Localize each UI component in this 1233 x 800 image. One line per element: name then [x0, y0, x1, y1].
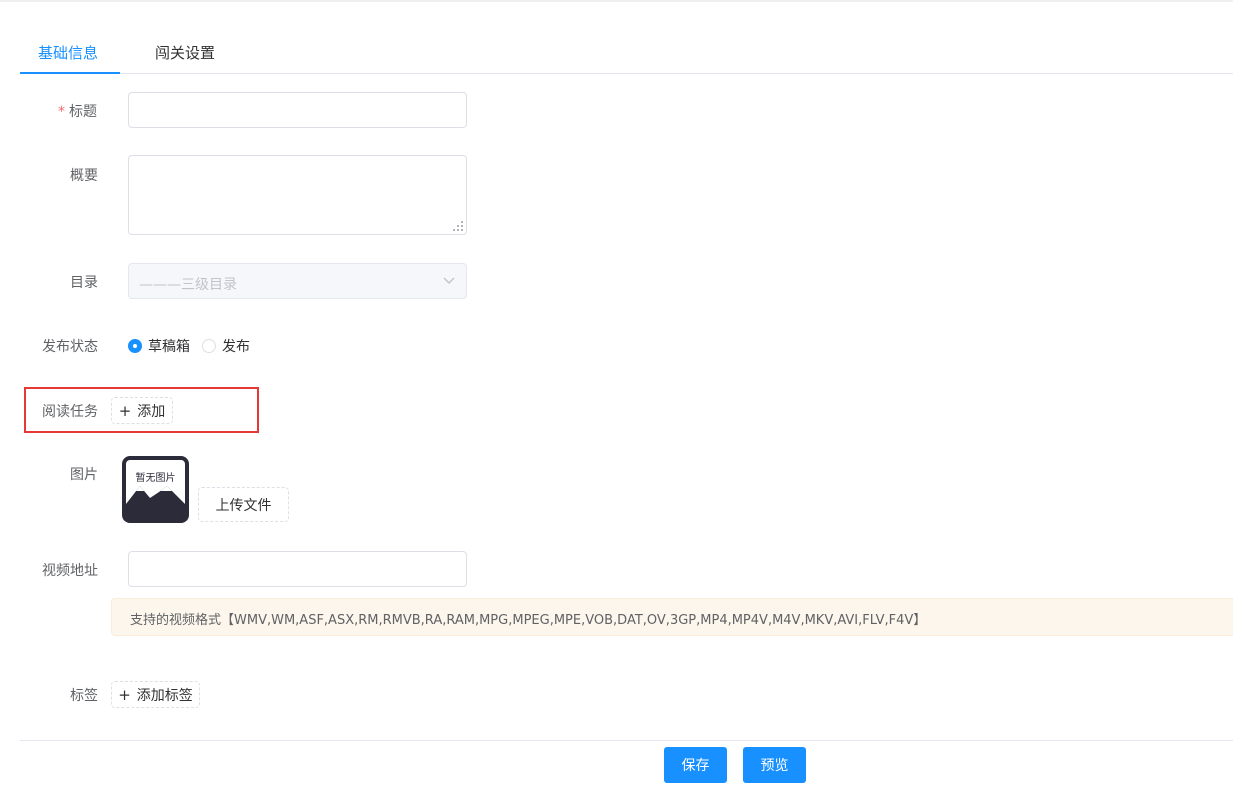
image-label: 图片 [70, 467, 98, 483]
video-format-tip: 支持的视频格式【WMV,WM,ASF,ASX,RM,RMVB,RA,RAM,MP… [111, 598, 1233, 636]
publish-status-label: 发布状态 [42, 339, 98, 355]
radio-publish[interactable]: 发布 [202, 338, 250, 355]
tab-bar: 基础信息 闯关设置 [20, 30, 1233, 74]
add-tag-label: 添加标签 [136, 687, 193, 704]
add-reading-task-button[interactable]: + 添加 [111, 397, 173, 424]
title-label: * 标题 [58, 101, 97, 121]
plus-icon: + [118, 685, 131, 704]
summary-textarea[interactable] [128, 155, 467, 235]
footer-divider [20, 740, 1233, 741]
catalog-label: 目录 [70, 275, 98, 291]
top-divider [0, 0, 1233, 2]
reading-task-label: 阅读任务 [42, 404, 98, 420]
catalog-placeholder: ———三级目录 [139, 277, 237, 293]
upload-file-button[interactable]: 上传文件 [198, 487, 289, 522]
tab-basic-info[interactable]: 基础信息 [38, 42, 98, 63]
active-tab-indicator [20, 72, 120, 74]
title-label-text: 标题 [69, 104, 97, 120]
radio-draft[interactable]: 草稿箱 [128, 338, 190, 355]
summary-label: 概要 [70, 168, 98, 184]
add-reading-task-label: 添加 [137, 403, 166, 420]
catalog-select[interactable]: ———三级目录 [128, 263, 467, 299]
chevron-down-icon [443, 277, 455, 284]
preview-button[interactable]: 预览 [743, 747, 806, 783]
required-mark: * [58, 104, 65, 120]
resize-handle-icon[interactable] [453, 221, 463, 231]
radio-dot[interactable] [202, 339, 216, 353]
video-format-tip-text: 支持的视频格式【WMV,WM,ASF,ASX,RM,RMVB,RA,RAM,MP… [130, 613, 927, 628]
radio-publish-label: 发布 [222, 339, 250, 355]
save-button[interactable]: 保存 [664, 747, 727, 783]
mountain-icon [126, 486, 185, 519]
title-input[interactable] [128, 92, 467, 128]
no-image-placeholder: 暂无图片 [122, 456, 189, 523]
radio-draft-label: 草稿箱 [148, 339, 190, 355]
video-url-label: 视频地址 [42, 563, 98, 579]
radio-dot[interactable] [128, 339, 142, 353]
add-tag-button[interactable]: + 添加标签 [111, 681, 200, 708]
video-url-input[interactable] [128, 551, 467, 587]
tags-label: 标签 [70, 688, 98, 704]
plus-icon: + [118, 401, 132, 420]
tab-level-settings[interactable]: 闯关设置 [155, 42, 215, 63]
